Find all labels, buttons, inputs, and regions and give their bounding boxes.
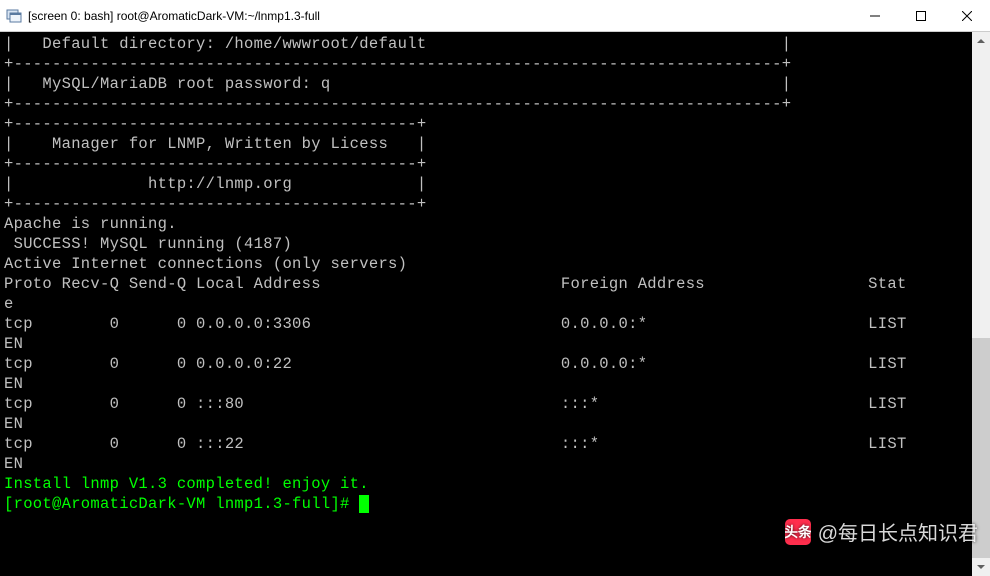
status-line: SUCCESS! MySQL running (4187) [4, 235, 292, 253]
box-sep: +---------------------------------------… [4, 95, 791, 113]
scroll-up-arrow[interactable] [972, 32, 990, 50]
terminal-output[interactable]: | Default directory: /home/wwwroot/defau… [0, 32, 972, 576]
netstat-columns: Proto Recv-Q Send-Q Local Address Foreig… [4, 275, 907, 313]
vertical-scrollbar[interactable] [972, 32, 990, 576]
install-complete-message: Install lnmp V1.3 completed! enjoy it. [4, 475, 369, 493]
box-line: | http://lnmp.org | [4, 175, 426, 193]
box-line: | Manager for LNMP, Written by Licess | [4, 135, 426, 153]
netstat-row: tcp 0 0 0.0.0.0:22 0.0.0.0:* LIST EN [4, 355, 907, 393]
box-line: | Default directory: /home/wwwroot/defau… [4, 35, 791, 53]
app-icon [6, 8, 22, 24]
maximize-button[interactable] [898, 0, 944, 32]
minimize-button[interactable] [852, 0, 898, 32]
netstat-row: tcp 0 0 :::80 :::* LIST EN [4, 395, 907, 433]
shell-prompt: [root@AromaticDark-VM lnmp1.3-full]# [4, 495, 359, 513]
netstat-row: tcp 0 0 0.0.0.0:3306 0.0.0.0:* LIST EN [4, 315, 907, 353]
netstat-header: Active Internet connections (only server… [4, 255, 407, 273]
box-sep: +---------------------------------------… [4, 195, 426, 213]
window-titlebar: [screen 0: bash] root@AromaticDark-VM:~/… [0, 0, 990, 32]
box-sep: +---------------------------------------… [4, 115, 426, 133]
terminal-container: | Default directory: /home/wwwroot/defau… [0, 32, 990, 576]
netstat-row: tcp 0 0 :::22 :::* LIST EN [4, 435, 907, 473]
window-controls [852, 0, 990, 32]
close-button[interactable] [944, 0, 990, 32]
scroll-track[interactable] [972, 50, 990, 558]
box-line: | MySQL/MariaDB root password: q | [4, 75, 791, 93]
cursor [359, 495, 369, 513]
scroll-down-arrow[interactable] [972, 558, 990, 576]
scroll-thumb[interactable] [972, 338, 990, 558]
window-title: [screen 0: bash] root@AromaticDark-VM:~/… [28, 9, 320, 23]
titlebar-left: [screen 0: bash] root@AromaticDark-VM:~/… [0, 8, 320, 24]
box-sep: +---------------------------------------… [4, 155, 426, 173]
box-sep: +---------------------------------------… [4, 55, 791, 73]
status-line: Apache is running. [4, 215, 177, 233]
